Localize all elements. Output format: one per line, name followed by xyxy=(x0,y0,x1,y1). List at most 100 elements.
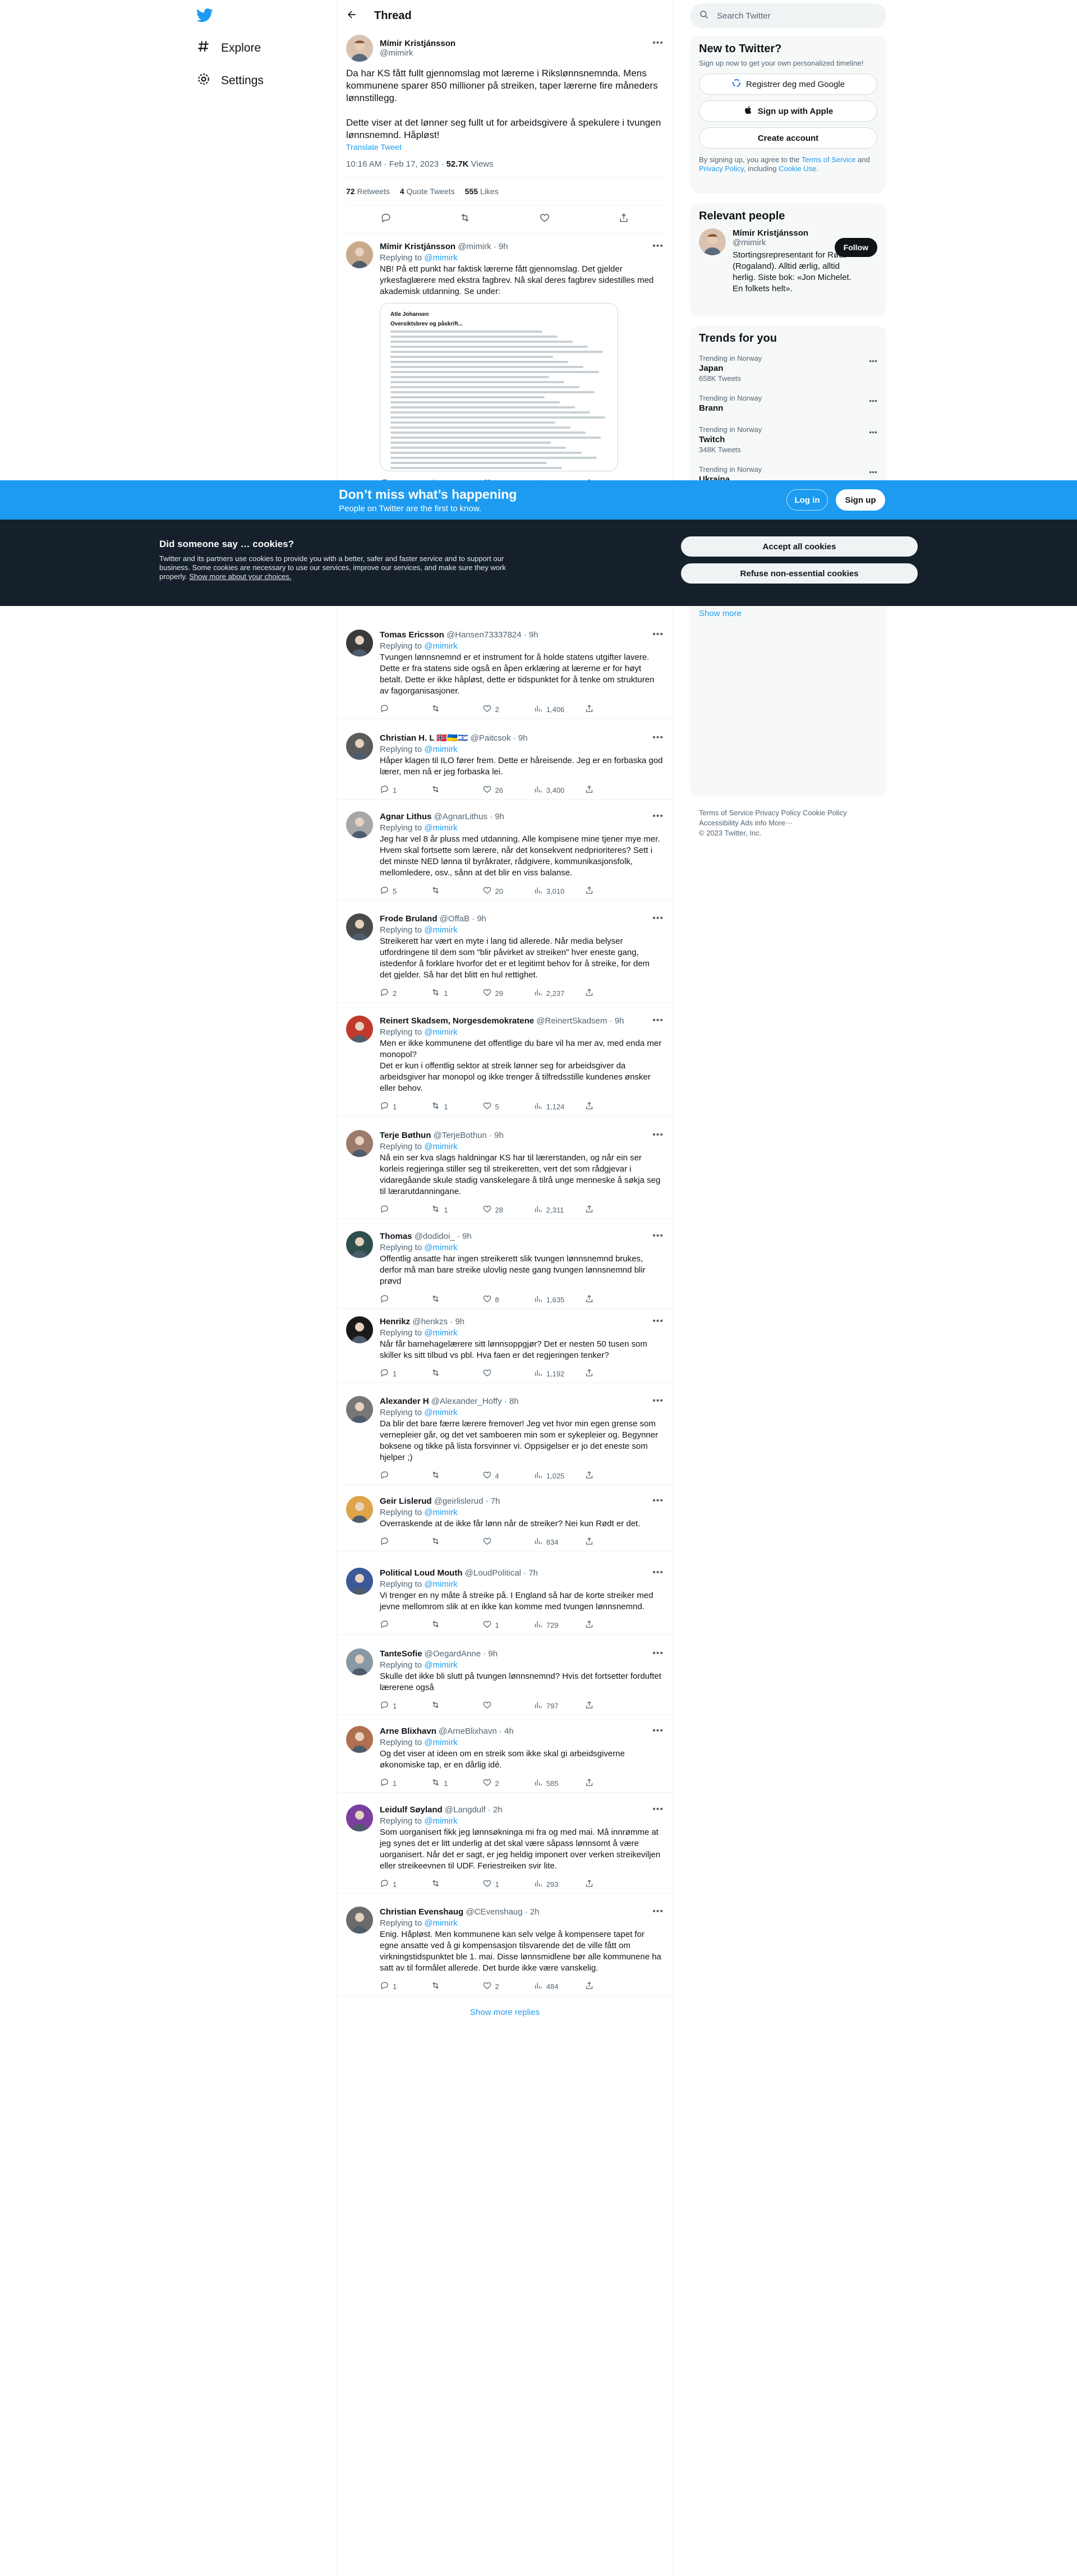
reply-button[interactable]: 1 xyxy=(380,1879,413,1890)
replying-to-handle[interactable]: @mimirk xyxy=(424,1816,457,1826)
more-options-icon[interactable]: ••• xyxy=(652,1907,664,1917)
reply-button[interactable] xyxy=(380,1536,413,1548)
like-button[interactable]: 28 xyxy=(482,1204,516,1215)
reply-author-handle[interactable]: @TerjeBothun xyxy=(434,1131,487,1140)
like-button[interactable]: 1 xyxy=(482,1879,516,1890)
share-button[interactable] xyxy=(584,1879,618,1890)
reply-time[interactable]: · 9h xyxy=(457,1232,472,1241)
replying-to-handle[interactable]: @mimirk xyxy=(424,1660,457,1670)
reply-author-name[interactable]: Reinert Skadsem, Norgesdemokratene xyxy=(380,1016,534,1026)
reply-button[interactable]: 1 xyxy=(380,1778,413,1789)
more-options-icon[interactable]: ••• xyxy=(652,1016,664,1026)
google-signup-button[interactable]: Registrer deg med Google xyxy=(699,74,877,95)
views-button[interactable]: 1,025 xyxy=(533,1470,567,1481)
views-button[interactable]: 1,124 xyxy=(533,1101,567,1112)
reply-button[interactable] xyxy=(380,1619,413,1631)
more-options-icon[interactable]: ••• xyxy=(869,428,877,437)
back-arrow-icon[interactable] xyxy=(346,9,357,23)
retweet-button[interactable]: 1 xyxy=(431,1778,464,1789)
accept-cookies-button[interactable]: Accept all cookies xyxy=(681,536,918,557)
avatar[interactable] xyxy=(346,630,373,656)
more-options-icon[interactable]: ••• xyxy=(652,38,664,48)
more-options-icon[interactable]: ••• xyxy=(652,1726,664,1736)
reply-author-handle[interactable]: @ReinertSkadsem xyxy=(536,1016,607,1026)
avatar[interactable] xyxy=(346,241,373,268)
more-options-icon[interactable]: ••• xyxy=(652,1568,664,1578)
privacy-link[interactable]: Privacy Policy xyxy=(699,164,744,173)
avatar[interactable] xyxy=(346,1130,373,1157)
views-button[interactable]: 2,311 xyxy=(533,1204,567,1215)
avatar[interactable] xyxy=(346,1568,373,1595)
share-button[interactable] xyxy=(584,1536,618,1548)
reply-author-name[interactable]: Geir Lislerud xyxy=(380,1496,432,1506)
more-options-icon[interactable]: ••• xyxy=(652,1496,664,1506)
views-button[interactable]: 1,406 xyxy=(533,704,567,715)
views-button[interactable]: 797 xyxy=(533,1700,567,1711)
nav-explore[interactable]: Explore xyxy=(196,37,261,59)
reply-author-handle[interactable]: @CEvenshaug xyxy=(466,1907,522,1917)
reply-button[interactable] xyxy=(380,1470,413,1481)
reply-author-handle[interactable]: @henkzs xyxy=(412,1317,448,1326)
reply-icon[interactable] xyxy=(380,212,392,226)
reply-tweet[interactable]: Thomas @dodidoi_ · 9h ••• Replying to @m… xyxy=(337,1225,673,1309)
reply-tweet[interactable]: Reinert Skadsem, Norgesdemokratene @Rein… xyxy=(337,1010,673,1116)
replying-to-handle[interactable]: @mimirk xyxy=(424,1408,457,1417)
share-button[interactable] xyxy=(584,1700,618,1711)
replying-to-handle[interactable]: @mimirk xyxy=(424,1328,457,1338)
retweet-button[interactable]: 1 xyxy=(431,1101,464,1112)
reply-author-name[interactable]: Henrikz xyxy=(380,1317,410,1326)
reply-button[interactable] xyxy=(380,1294,413,1305)
reply-tweet[interactable]: Christian Evenshaug @CEvenshaug · 2h •••… xyxy=(337,1901,673,1996)
reply-time[interactable]: · 9h xyxy=(513,733,528,743)
retweet-button[interactable] xyxy=(431,885,464,897)
retweet-button[interactable] xyxy=(431,1536,464,1548)
retweet-button[interactable] xyxy=(431,784,464,796)
reply-button[interactable]: 1 xyxy=(380,1368,413,1379)
reply-tweet[interactable]: TanteSofie @OegardAnne · 9h ••• Replying… xyxy=(337,1643,673,1715)
retweet-button[interactable] xyxy=(431,1470,464,1481)
retweet-button[interactable] xyxy=(431,704,464,715)
reply-author-name[interactable]: Tomas Ericsson xyxy=(380,630,444,640)
reply-author-name[interactable]: TanteSofie xyxy=(380,1649,422,1659)
reply-time[interactable]: · 2h xyxy=(488,1805,503,1815)
reply-author-handle[interactable]: @Alexander_Hoffy xyxy=(431,1397,502,1406)
avatar[interactable] xyxy=(699,228,726,255)
trend-item[interactable]: Trending in Norway Brann ••• xyxy=(699,388,877,420)
like-icon[interactable] xyxy=(539,212,550,226)
more-options-icon[interactable]: ••• xyxy=(652,1396,664,1406)
retweet-button[interactable] xyxy=(431,1981,464,1992)
reply-author-handle[interactable]: @Paitcsok xyxy=(471,733,511,743)
replying-to-handle[interactable]: @mimirk xyxy=(424,1738,457,1747)
views-button[interactable]: 2,237 xyxy=(533,988,567,999)
cookie-use-link[interactable]: Cookie Use. xyxy=(779,164,818,173)
reply-tweet[interactable]: Alexander H @Alexander_Hoffy · 8h ••• Re… xyxy=(337,1390,673,1485)
reply-tweet[interactable]: Mímir Kristjánsson @mimirk · 9h ••• Repl… xyxy=(337,236,673,493)
reply-author-name[interactable]: Agnar Lithus xyxy=(380,812,432,821)
more-options-icon[interactable]: ••• xyxy=(652,630,664,640)
reply-author-name[interactable]: Christian Evenshaug xyxy=(380,1907,463,1917)
views-button[interactable]: 484 xyxy=(533,1981,567,1992)
avatar[interactable] xyxy=(346,1726,373,1753)
reply-button[interactable] xyxy=(380,1204,413,1215)
apple-signup-button[interactable]: Sign up with Apple xyxy=(699,100,877,122)
avatar[interactable] xyxy=(346,1496,373,1523)
more-options-icon[interactable]: ••• xyxy=(652,811,664,821)
views-button[interactable]: 3,010 xyxy=(533,885,567,897)
person-name[interactable]: Mímir Kristjánsson xyxy=(733,228,862,238)
more-options-icon[interactable]: ••• xyxy=(652,913,664,924)
reply-button[interactable]: 1 xyxy=(380,1700,413,1711)
reply-author-handle[interactable]: @LoudPolitical xyxy=(465,1568,521,1578)
retweet-icon[interactable] xyxy=(459,212,471,226)
retweet-button[interactable] xyxy=(431,1879,464,1890)
share-button[interactable] xyxy=(584,1294,618,1305)
replying-to-handle[interactable]: @mimirk xyxy=(424,641,457,651)
share-button[interactable] xyxy=(584,1204,618,1215)
reply-author-handle[interactable]: @Hansen73337824 xyxy=(447,630,522,640)
replying-to-handle[interactable]: @mimirk xyxy=(424,925,457,935)
reply-tweet[interactable]: Frode Bruland @OffaB · 9h ••• Replying t… xyxy=(337,908,673,1003)
footer-line-2[interactable]: Accessibility Ads info More··· xyxy=(699,818,878,828)
avatar[interactable] xyxy=(346,1396,373,1423)
avatar[interactable] xyxy=(346,35,373,62)
reply-author-handle[interactable]: @mimirk xyxy=(458,242,491,251)
reply-button[interactable]: 5 xyxy=(380,885,413,897)
